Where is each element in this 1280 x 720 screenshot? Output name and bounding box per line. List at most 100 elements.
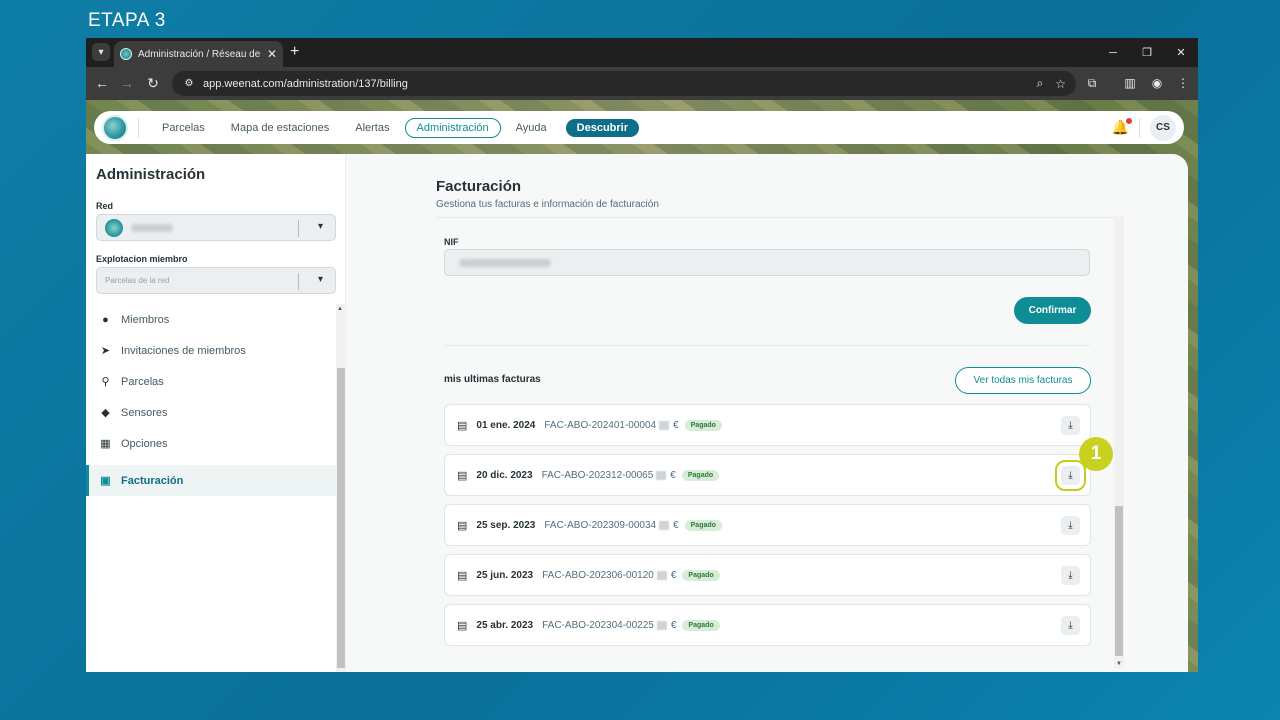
- back-icon[interactable]: ←: [93, 74, 111, 92]
- sidepanel-icon[interactable]: ▥: [1121, 74, 1139, 92]
- document-icon: ▤: [457, 469, 468, 482]
- bookmark-star-icon[interactable]: ☆: [1055, 77, 1066, 91]
- step-callout-badge: 1: [1079, 437, 1113, 471]
- document-icon: ▤: [457, 419, 468, 432]
- profile-icon[interactable]: ◉: [1148, 74, 1166, 92]
- minimize-icon[interactable]: ─: [1096, 38, 1130, 67]
- reload-icon[interactable]: ↻: [144, 74, 162, 92]
- invoice-amount: €: [656, 470, 676, 481]
- status-badge: Pagado: [684, 419, 722, 431]
- invoice-list: ▤ 01 ene. 2024 FAC-ABO-202401-00004 € Pa…: [444, 404, 1091, 654]
- invoice-date: 25 sep. 2023: [476, 519, 536, 531]
- address-toolbar: ← → ↻ ⚙ app.weenat.com/administration/13…: [86, 67, 1198, 100]
- weenat-logo[interactable]: [102, 114, 128, 141]
- nav-administration[interactable]: Administración: [404, 117, 501, 138]
- invoice-row: ▤ 25 jun. 2023 FAC-ABO-202306-00120 € Pa…: [444, 554, 1091, 596]
- status-badge: Pagado: [681, 469, 720, 481]
- invoice-number: FAC-ABO-202312-00065: [541, 469, 654, 481]
- sidebar-title: Administración: [96, 166, 206, 183]
- content-scrollbar[interactable]: ▼: [1114, 216, 1124, 668]
- zoom-icon[interactable]: ⌕: [1037, 76, 1044, 91]
- extensions-icon[interactable]: ⧉: [1083, 74, 1101, 92]
- top-navigation: Parcelas Mapa de estaciones Alertas Admi…: [94, 111, 1184, 144]
- parcel-icon: ⚲: [101, 376, 110, 388]
- forward-icon[interactable]: →: [118, 74, 136, 92]
- invoice-number: FAC-ABO-202304-00225: [542, 619, 654, 631]
- nif-field[interactable]: [444, 249, 1090, 276]
- sidebar-item-sensors[interactable]: ◆ Sensores: [86, 397, 346, 428]
- person-icon: ●: [102, 313, 109, 326]
- invoice-amount: €: [659, 520, 679, 531]
- new-tab-icon[interactable]: +: [290, 43, 299, 61]
- sidebar-item-options[interactable]: ▦ Opciones: [86, 428, 346, 459]
- page-subtitle: Gestiona tus facturas e información de f…: [436, 199, 659, 210]
- options-icon: ▦: [100, 438, 111, 450]
- page-title: Facturación: [436, 178, 522, 195]
- invoice-amount: €: [659, 420, 679, 431]
- document-icon: ▤: [457, 619, 468, 632]
- admin-panel: Administración Red ▾ Explotacion miembro…: [86, 154, 1188, 672]
- invoices-title: mis ultimas facturas: [444, 374, 541, 385]
- network-select[interactable]: ▾: [96, 214, 336, 241]
- nif-label: NIF: [444, 237, 459, 247]
- status-badge: Pagado: [682, 619, 720, 631]
- nav-stations-map[interactable]: Mapa de estaciones: [220, 119, 340, 137]
- view-all-invoices-button[interactable]: Ver todas mis facturas: [955, 367, 1091, 394]
- member-placeholder: Parcelas de la red: [105, 276, 170, 285]
- invoice-date: 01 ene. 2024: [476, 419, 536, 431]
- sidebar-scrollbar[interactable]: ▲: [336, 304, 346, 672]
- member-label: Explotacion miembro: [96, 254, 188, 264]
- sidebar-item-billing[interactable]: ▣ Facturación: [86, 465, 336, 496]
- invoice-date: 25 abr. 2023: [476, 619, 534, 631]
- nav-parcelas[interactable]: Parcelas: [151, 119, 216, 137]
- tab-title: Administración / Réseau de Dé: [138, 48, 261, 60]
- window-close-icon[interactable]: ✕: [1164, 38, 1198, 67]
- close-icon[interactable]: ✕: [267, 47, 277, 61]
- browser-tab[interactable]: Administración / Réseau de Dé ✕: [114, 41, 283, 67]
- invoice-date: 20 dic. 2023: [476, 469, 533, 481]
- url-text[interactable]: app.weenat.com/administration/137/billin…: [203, 78, 1025, 90]
- step-label: ETAPA 3: [88, 10, 166, 31]
- download-icon[interactable]: ⤓: [1055, 460, 1086, 491]
- nav-alerts[interactable]: Alertas: [344, 119, 400, 137]
- document-icon: ▤: [457, 569, 468, 582]
- sidebar-item-invitations[interactable]: ➤ Invitaciones de miembros: [86, 335, 346, 366]
- status-badge: Pagado: [684, 519, 722, 531]
- invoice-number: FAC-ABO-202309-00034: [544, 519, 657, 531]
- user-avatar[interactable]: CS: [1150, 114, 1176, 141]
- chevron-down-icon[interactable]: ▾: [318, 274, 323, 285]
- invoice-amount: €: [656, 570, 676, 581]
- favicon-icon: [120, 48, 132, 60]
- address-bar[interactable]: ⚙ app.weenat.com/administration/137/bill…: [172, 71, 1076, 96]
- confirm-button[interactable]: Confirmar: [1014, 297, 1091, 324]
- admin-sidebar: Administración Red ▾ Explotacion miembro…: [86, 154, 346, 672]
- tab-search-icon[interactable]: ▾: [92, 43, 110, 61]
- discover-button[interactable]: Descubrir: [565, 118, 639, 137]
- download-icon[interactable]: ⤓: [1061, 516, 1080, 535]
- invoice-row: ▤ 25 abr. 2023 FAC-ABO-202304-00225 € Pa…: [444, 604, 1091, 646]
- download-icon[interactable]: ⤓: [1061, 566, 1080, 585]
- notifications-bell-icon[interactable]: 🔔: [1112, 118, 1132, 136]
- restore-icon[interactable]: ❐: [1130, 38, 1164, 67]
- invoice-number: FAC-ABO-202306-00120: [542, 569, 654, 581]
- invoice-row: ▤ 25 sep. 2023 FAC-ABO-202309-00034 € Pa…: [444, 504, 1091, 546]
- download-icon[interactable]: ⤓: [1061, 616, 1080, 635]
- chevron-down-icon[interactable]: ▾: [318, 221, 323, 232]
- member-select[interactable]: Parcelas de la red ▾: [96, 267, 336, 294]
- sensor-icon: ◆: [101, 407, 110, 419]
- invoice-number: FAC-ABO-202401-00004: [544, 419, 657, 431]
- send-icon: ➤: [100, 345, 111, 357]
- download-icon[interactable]: ⤓: [1061, 416, 1080, 435]
- network-logo-icon: [105, 218, 123, 237]
- browser-window: ▾ Administración / Réseau de Dé ✕ + ─ ❐ …: [86, 38, 1198, 672]
- document-icon: ▤: [457, 519, 468, 532]
- site-info-icon[interactable]: ⚙: [182, 77, 196, 91]
- kebab-menu-icon[interactable]: ⋮: [1174, 74, 1192, 92]
- status-badge: Pagado: [682, 569, 720, 581]
- red-label: Red: [96, 201, 114, 211]
- invoice-date: 25 jun. 2023: [476, 569, 534, 581]
- sidebar-item-members[interactable]: ● Miembros: [86, 304, 346, 335]
- wallet-icon: ▣: [100, 475, 111, 487]
- sidebar-item-parcels[interactable]: ⚲ Parcelas: [86, 366, 346, 397]
- nav-help[interactable]: Ayuda: [505, 119, 558, 137]
